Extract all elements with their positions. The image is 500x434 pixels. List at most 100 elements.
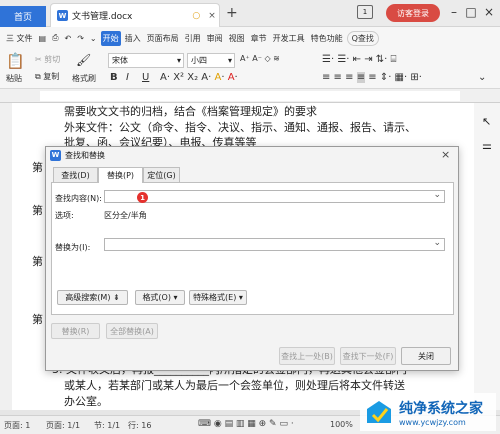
menu-item-developer[interactable]: 开发工具 bbox=[271, 31, 307, 46]
replace-label: 替换为(I): bbox=[55, 243, 91, 252]
dialog-close-icon[interactable]: × bbox=[441, 148, 450, 161]
document-tab-label: 文书管理.docx bbox=[72, 12, 133, 22]
doc-side-4: 第 bbox=[32, 313, 43, 326]
document-tab[interactable]: W 文书管理.docx ○ × bbox=[50, 3, 220, 27]
replace-input[interactable]: ⌄ bbox=[104, 238, 445, 251]
align-icons[interactable]: ≡ ≡ ≡ ≡ ≡ ⇕· ▦· ⊞· bbox=[322, 72, 422, 83]
font-name-select[interactable]: 宋体 ▾ bbox=[108, 53, 184, 68]
tab-replace-label: 替换(P) bbox=[106, 171, 135, 180]
undo-icon[interactable]: ↶ bbox=[63, 32, 74, 45]
tab-find[interactable]: 查找(D) bbox=[53, 167, 98, 182]
new-tab-button[interactable]: + bbox=[226, 5, 238, 21]
copy-label: 复制 bbox=[43, 72, 60, 81]
minimize-icon[interactable]: – bbox=[446, 5, 462, 19]
horizontal-ruler bbox=[0, 89, 500, 103]
cursor-icon[interactable]: ↖ bbox=[482, 115, 491, 128]
menu-item-references[interactable]: 引用 bbox=[183, 31, 203, 46]
writer-icon: W bbox=[50, 149, 61, 161]
options-value: 区分全/半角 bbox=[104, 211, 147, 220]
paste-label[interactable]: 粘贴 bbox=[6, 73, 22, 84]
tab-goto-label: 定位(G) bbox=[147, 170, 176, 180]
ribbon: 📋 粘贴 ✂ 剪切 ⧉ 复制 🖌 格式刷 宋体 ▾ 小四 ▾ A⁺ A⁻ ◇ ≋ B… bbox=[0, 49, 500, 89]
format-button[interactable]: 格式(O) ▾ bbox=[135, 290, 185, 305]
doc-side-3: 第 bbox=[32, 255, 43, 268]
copy-button[interactable]: ⧉ 复制 bbox=[35, 71, 59, 82]
right-toolbar: ↖ ⚌ bbox=[474, 103, 500, 410]
status-zoom[interactable]: 100% bbox=[330, 420, 353, 429]
underline-button[interactable]: U bbox=[142, 72, 149, 83]
paste-icon[interactable]: 📋 bbox=[6, 52, 25, 70]
writer-icon: W bbox=[57, 10, 68, 21]
find-replace-dialog: W 查找和替换 × 查找(D) 替换(P) 定位(G) 查找内容(N): ⌄ 1… bbox=[45, 146, 459, 371]
find-input[interactable]: ⌄ bbox=[104, 190, 445, 203]
find-next-button[interactable]: 查找下一处(F) bbox=[340, 347, 396, 365]
close-button[interactable]: 关闭 bbox=[401, 347, 451, 365]
options-label: 选项: bbox=[55, 211, 74, 220]
tab-close-icon[interactable]: × bbox=[208, 11, 216, 21]
watermark-title: 纯净系统之家 bbox=[399, 400, 483, 417]
font-name-value: 宋体 bbox=[112, 56, 128, 65]
menu-item-start[interactable]: 开始 bbox=[100, 30, 121, 46]
search-button[interactable]: Q查找 bbox=[346, 30, 379, 46]
menu-item-insert[interactable]: 插入 bbox=[123, 31, 143, 46]
find-previous-button[interactable]: 查找上一处(B) bbox=[279, 347, 335, 365]
doc-line-1: 需要收文文书的归档，结合《档案管理规定》的要求 bbox=[64, 105, 317, 118]
menu-item-view[interactable]: 视图 bbox=[227, 31, 247, 46]
status-line: 行: 16 bbox=[128, 421, 152, 430]
bold-button[interactable]: B bbox=[110, 72, 118, 83]
doc-side-1: 第 bbox=[32, 161, 43, 174]
menu-item-features[interactable]: 特色功能 bbox=[309, 31, 345, 46]
home-tab[interactable]: 首页 bbox=[0, 6, 46, 27]
doc-line-6: 办公室。 bbox=[64, 395, 108, 408]
tab-goto[interactable]: 定位(G) bbox=[143, 167, 180, 182]
doc-line-2: 外来文件：公文（命令、指令、决议、指示、通知、通报、报告、请示、 bbox=[64, 121, 416, 134]
italic-button[interactable]: I bbox=[126, 72, 129, 83]
dialog-title: 查找和替换 bbox=[65, 150, 105, 160]
dialog-titlebar[interactable]: W 查找和替换 bbox=[46, 147, 458, 163]
doc-side-2: 第 bbox=[32, 204, 43, 217]
double-chevron-icon: ⇟ bbox=[113, 293, 120, 302]
more-icon[interactable]: ⌄ bbox=[88, 32, 99, 45]
print-icon[interactable]: ⎙ bbox=[50, 31, 60, 45]
replace-button[interactable]: 替换(R) bbox=[51, 323, 100, 339]
view-mode-icons[interactable]: ⌨ ◉ ▤ ▥ ▦ ⊕ ✎ ▭ · bbox=[198, 419, 294, 429]
list-icons[interactable]: ☰· ☰· ⇤ ⇥ ⇅· ⌸ bbox=[322, 54, 397, 65]
save-icon[interactable]: ▤ bbox=[37, 32, 49, 45]
font-size-value: 小四 bbox=[191, 56, 207, 65]
menu-item-section[interactable]: 章节 bbox=[249, 31, 269, 46]
chevron-down-icon[interactable]: ⌄ bbox=[433, 238, 441, 248]
watermark-logo: 纯净系统之家 www.ycwjzy.com bbox=[360, 393, 496, 431]
step-badge: 1 bbox=[137, 192, 148, 203]
file-menu[interactable]: 三 文件 bbox=[4, 31, 35, 46]
status-pages: 页面: 1/1 bbox=[46, 421, 81, 430]
visitor-login-button[interactable]: 访客登录 bbox=[386, 4, 440, 22]
ribbon-more-icon[interactable]: ⌄ bbox=[478, 72, 486, 83]
caret-down-icon: ▾ bbox=[238, 293, 243, 302]
find-label: 查找内容(N): bbox=[55, 194, 102, 203]
font-size-select[interactable]: 小四 ▾ bbox=[187, 53, 235, 68]
maximize-icon[interactable]: □ bbox=[463, 5, 479, 19]
cut-button[interactable]: ✂ 剪切 bbox=[35, 54, 60, 65]
close-window-icon[interactable]: × bbox=[481, 5, 497, 19]
special-format-label: 特殊格式(E) bbox=[193, 293, 237, 302]
menu-item-layout[interactable]: 页面布局 bbox=[145, 31, 181, 46]
text-effects-icon[interactable]: A· X² X₂ A· A· A· bbox=[160, 72, 238, 83]
menu-item-review[interactable]: 审阅 bbox=[205, 31, 225, 46]
watermark-icon bbox=[367, 401, 391, 423]
adjust-icon[interactable]: ⚌ bbox=[482, 139, 492, 152]
grow-font-icon[interactable]: A⁺ A⁻ ◇ ≋ bbox=[240, 54, 280, 63]
tab-replace[interactable]: 替换(P) bbox=[98, 167, 143, 183]
menu-bar: 三 文件 ▤ ⎙ ↶ ↷ ⌄ 开始 插入 页面布局 引用 审阅 视图 章节 开发… bbox=[0, 27, 500, 49]
special-format-button[interactable]: 特殊格式(E) ▾ bbox=[189, 290, 247, 305]
chevron-down-icon[interactable]: ⌄ bbox=[433, 190, 441, 200]
vertical-ruler bbox=[0, 103, 12, 410]
replace-all-button[interactable]: 全部替换(A) bbox=[106, 323, 158, 339]
format-painter-label[interactable]: 格式刷 bbox=[72, 73, 96, 84]
unsaved-dot-icon: ○ bbox=[192, 10, 201, 21]
format-painter-icon[interactable]: 🖌 bbox=[76, 53, 91, 67]
screen-icon[interactable]: 1 bbox=[357, 5, 373, 19]
redo-icon[interactable]: ↷ bbox=[75, 32, 86, 45]
caret-down-icon: ▾ bbox=[173, 293, 178, 302]
format-label: 格式(O) bbox=[142, 293, 171, 302]
advanced-search-button[interactable]: 高级搜索(M) ⇟ bbox=[57, 290, 128, 305]
